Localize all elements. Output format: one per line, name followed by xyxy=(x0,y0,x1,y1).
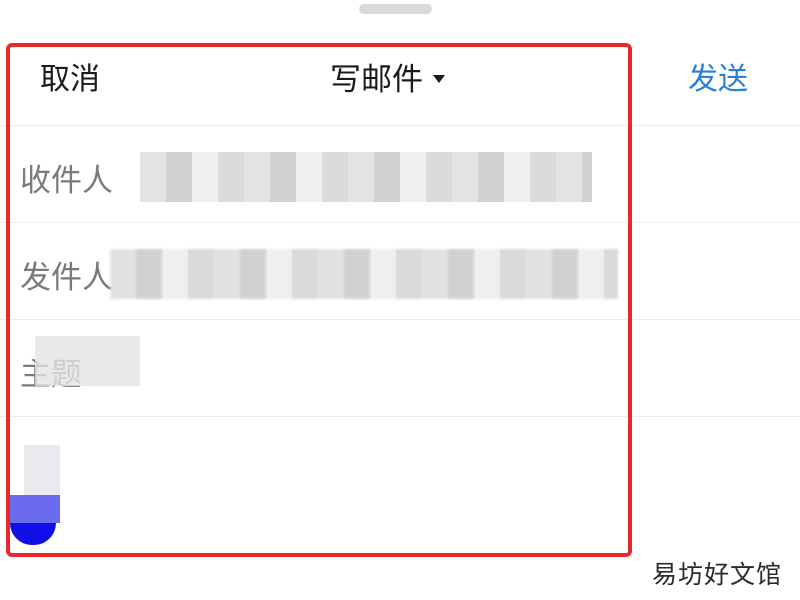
subject-field-row[interactable]: 主题 xyxy=(0,321,800,416)
divider xyxy=(0,319,800,320)
watermark-text: 易坊好文馆 xyxy=(652,560,783,589)
from-field-row[interactable]: 发件人 xyxy=(0,224,800,319)
to-field-row[interactable]: 收件人 xyxy=(0,127,800,222)
page-title: 写邮件 xyxy=(330,62,423,98)
compose-title-dropdown[interactable]: 写邮件 xyxy=(330,54,445,99)
compose-header: 取消 写邮件 发送 xyxy=(0,40,800,110)
divider xyxy=(0,125,800,126)
send-button[interactable]: 发送 xyxy=(688,54,748,98)
caret-down-icon xyxy=(433,74,445,83)
to-field-label: 收件人 xyxy=(20,163,113,199)
from-field-value-redacted[interactable] xyxy=(110,249,618,299)
cancel-button[interactable]: 取消 xyxy=(40,54,100,98)
mail-body-input[interactable] xyxy=(20,420,620,545)
redacted-cursor-blob xyxy=(10,445,60,545)
subject-label-redaction xyxy=(35,336,140,386)
divider xyxy=(0,416,800,417)
to-field-value-redacted[interactable] xyxy=(140,152,592,202)
sheet-grabber[interactable] xyxy=(359,4,432,14)
divider xyxy=(0,222,800,223)
from-field-label: 发件人 xyxy=(20,260,113,296)
